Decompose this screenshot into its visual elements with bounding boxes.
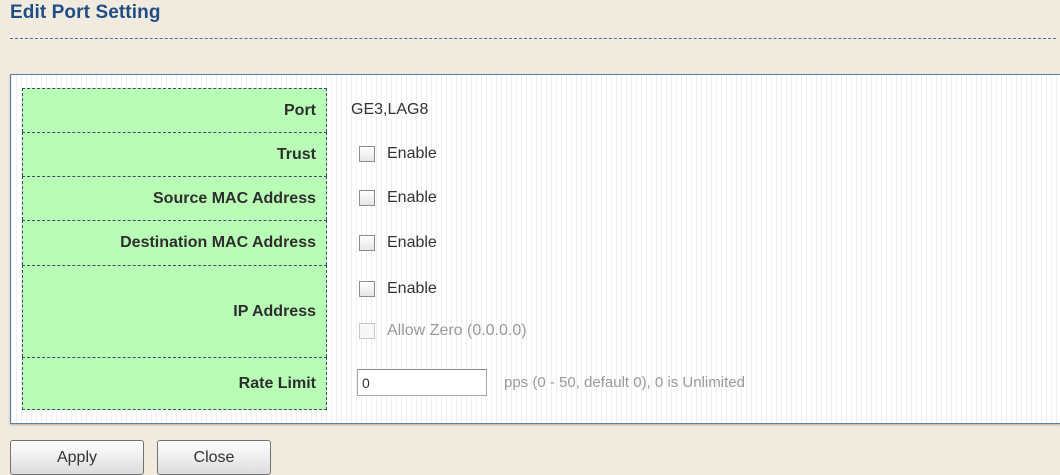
destination-mac-enable-label[interactable]: Enable (387, 234, 437, 252)
destination-mac-label: Destination MAC Address (22, 220, 327, 265)
source-mac-label: Source MAC Address (22, 176, 327, 220)
rate-limit-label: Rate Limit (22, 357, 327, 410)
port-value-cell: GE3,LAG8 (347, 88, 428, 132)
trust-label: Trust (22, 132, 327, 176)
trust-value-cell: Enable (347, 132, 437, 176)
close-button[interactable]: Close (157, 440, 271, 475)
destination-mac-enable-checkbox[interactable] (359, 234, 375, 251)
port-value: GE3,LAG8 (351, 101, 429, 118)
rate-limit-hint: pps (0 - 50, default 0), 0 is Unlimited (504, 374, 745, 391)
apply-button[interactable]: Apply (10, 440, 144, 475)
allow-zero-checkbox[interactable] (359, 323, 375, 339)
trust-enable-checkbox[interactable] (359, 146, 375, 162)
page-title: Edit Port Setting (10, 2, 161, 23)
settings-panel: Port GE3,LAG8 Trust Enable Source MAC Ad… (10, 74, 1060, 424)
ip-address-enable-checkbox[interactable] (359, 281, 375, 297)
source-mac-enable-label[interactable]: Enable (387, 189, 437, 207)
ip-address-allow-zero-cell: Allow Zero (0.0.0.0) (347, 311, 527, 351)
rate-limit-input[interactable] (357, 369, 487, 396)
source-mac-enable-checkbox[interactable] (359, 190, 375, 206)
port-label: Port (22, 88, 327, 132)
source-mac-value-cell: Enable (347, 176, 437, 220)
ip-address-enable-cell: Enable (347, 269, 437, 309)
allow-zero-label: Allow Zero (0.0.0.0) (387, 322, 527, 339)
destination-mac-value-cell: Enable (347, 220, 437, 265)
ip-address-label: IP Address (22, 265, 327, 357)
title-divider (10, 38, 1056, 39)
trust-enable-label[interactable]: Enable (387, 145, 437, 163)
ip-address-enable-label[interactable]: Enable (387, 280, 437, 298)
